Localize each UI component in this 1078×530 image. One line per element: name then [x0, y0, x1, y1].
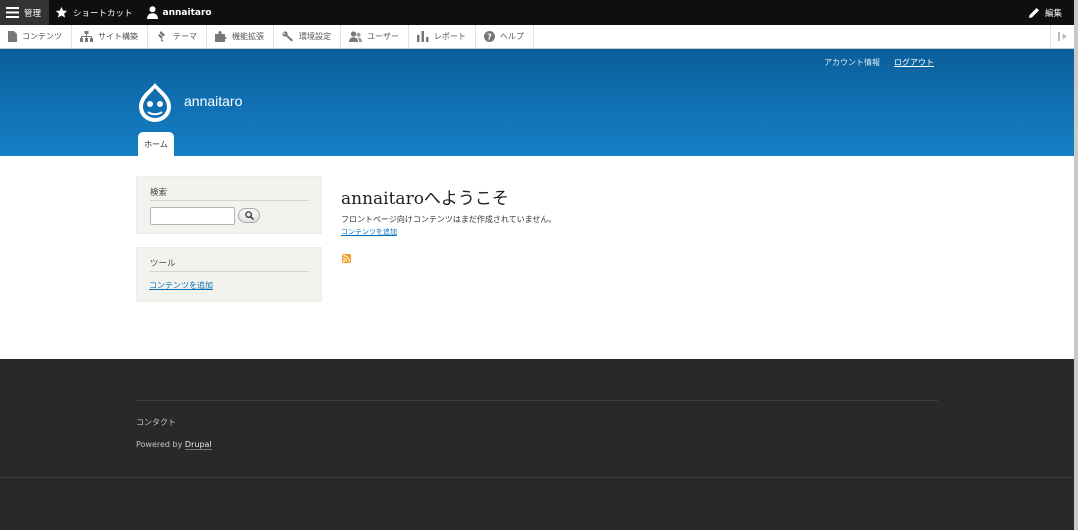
scrollbar-thumb[interactable]: [1074, 0, 1078, 530]
tray-item-appearance[interactable]: テーマ: [148, 25, 207, 48]
tray-item-people[interactable]: ユーザー: [341, 25, 409, 48]
drupal-drop-icon: [139, 83, 171, 122]
tray-orientation-toggle[interactable]: [1050, 25, 1074, 48]
tray-item-configuration[interactable]: 環境設定: [274, 25, 341, 48]
contact-link[interactable]: コンタクト: [136, 417, 176, 428]
logout-link[interactable]: ログアウト: [894, 57, 934, 68]
star-icon: [55, 6, 68, 18]
tray-item-extend[interactable]: 機能拡張: [207, 25, 274, 48]
page-scrollbar[interactable]: [1074, 0, 1078, 530]
tray-item-label: 環境設定: [299, 32, 331, 41]
orientation-toggle-icon: [1057, 32, 1067, 41]
svg-text:?: ?: [487, 32, 492, 41]
tools-block-title: ツール: [150, 259, 176, 269]
tray-item-label: サイト構築: [98, 32, 138, 41]
tray-item-label: 機能拡張: [232, 32, 264, 41]
manage-button[interactable]: 管理: [0, 0, 50, 25]
document-icon: [8, 31, 17, 42]
block-divider: [150, 200, 309, 201]
help-icon: ?: [483, 31, 495, 42]
footer-divider: [136, 400, 938, 401]
rss-feed-glyph: [343, 255, 350, 262]
tray-item-structure[interactable]: サイト構築: [72, 25, 148, 48]
rss-feed-icon[interactable]: [342, 254, 351, 263]
sitemap-icon: [80, 31, 93, 42]
tray-item-content[interactable]: コンテンツ: [0, 25, 72, 48]
site-header: アカウント情報 ログアウト annaitaro ホーム: [0, 49, 1074, 156]
tray-item-label: コンテンツ: [22, 32, 62, 41]
footer-band-divider: [0, 477, 1074, 478]
admin-toolbar: 管理 ショートカット annaitaro 編集: [0, 0, 1074, 25]
manage-label: 管理: [24, 8, 42, 19]
powered-by: Powered by Drupal: [136, 440, 212, 450]
powered-by-text: Powered by: [136, 440, 183, 449]
user-label: annaitaro: [162, 7, 212, 18]
tab-home[interactable]: ホーム: [138, 132, 174, 156]
search-block-title: 検索: [150, 188, 168, 198]
menu-icon: [6, 7, 19, 18]
edit-label: 編集: [1044, 8, 1062, 19]
page-title: annaitaroへようこそ: [341, 189, 509, 209]
empty-front-message: フロントページ向けコンテンツはまだ作成されていません。: [341, 215, 557, 224]
tools-block: ツール コンテンツを追加: [136, 247, 322, 302]
person-icon: [146, 6, 158, 19]
drupal-logo[interactable]: [137, 82, 173, 124]
people-icon: [349, 31, 362, 42]
add-content-link[interactable]: コンテンツを追加: [341, 227, 397, 237]
tray-item-label: ユーザー: [367, 32, 399, 41]
search-block: 検索: [136, 176, 322, 234]
tray-item-label: テーマ: [173, 32, 197, 41]
brush-icon: [158, 31, 165, 42]
block-divider: [150, 271, 309, 272]
search-input[interactable]: [150, 207, 235, 225]
search-button[interactable]: [238, 208, 260, 223]
pencil-icon: [1028, 7, 1039, 18]
drupal-link[interactable]: Drupal: [184, 440, 212, 450]
account-link[interactable]: アカウント情報: [824, 57, 880, 68]
toolbar-tray: コンテンツ サイト構築 テーマ 機能拡張 環境設定 ユーザー レポート ? ヘル…: [0, 25, 1074, 49]
tray-item-label: レポート: [433, 32, 466, 41]
tray-item-reports[interactable]: レポート: [409, 25, 476, 48]
puzzle-icon: [215, 31, 227, 42]
shortcuts-button[interactable]: ショートカット: [49, 0, 141, 25]
shortcuts-label: ショートカット: [73, 8, 133, 19]
search-icon: [244, 211, 254, 220]
site-footer: コンタクト Powered by Drupal: [0, 359, 1074, 530]
tray-item-help[interactable]: ? ヘルプ: [476, 25, 534, 48]
edit-button[interactable]: 編集: [1022, 0, 1074, 25]
bar-chart-icon: [416, 31, 429, 42]
user-button[interactable]: annaitaro: [141, 0, 220, 25]
tray-item-label: ヘルプ: [499, 32, 524, 41]
secondary-menu: アカウント情報 ログアウト: [824, 57, 934, 68]
wrench-icon: [282, 31, 293, 42]
add-content-link[interactable]: コンテンツを追加: [149, 280, 213, 291]
site-name[interactable]: annaitaro: [184, 93, 242, 109]
